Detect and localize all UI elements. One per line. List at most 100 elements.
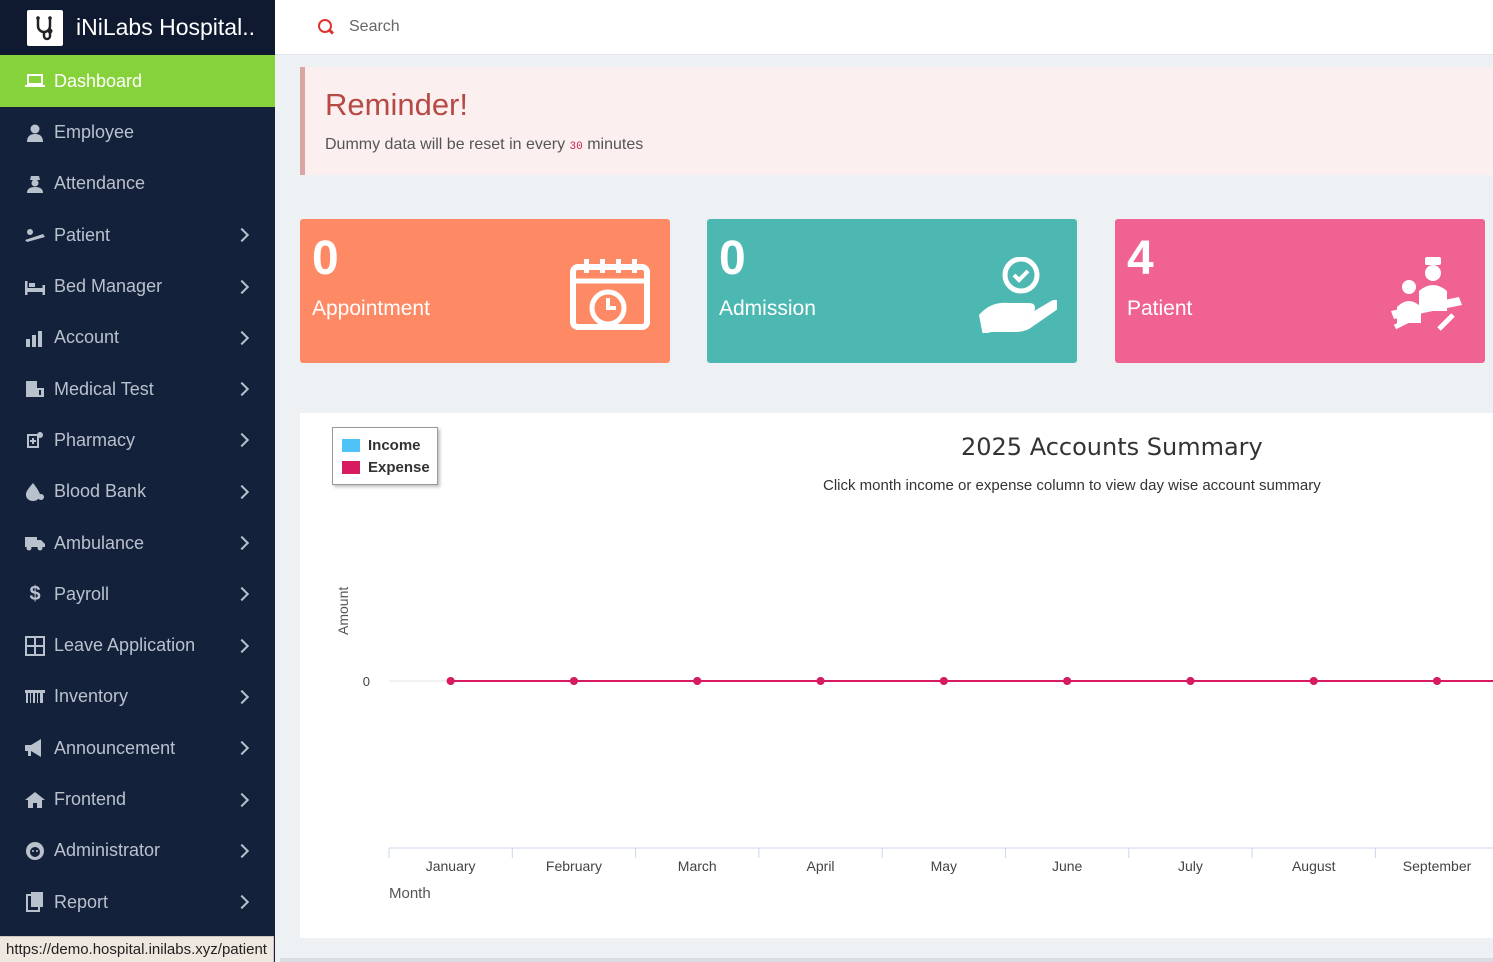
- sidebar-item-label: Leave Application: [54, 635, 196, 656]
- sidebar-item-medical-test[interactable]: Medical Test: [0, 363, 275, 414]
- calendar-clock-icon: [570, 259, 650, 330]
- x-tick-label: May: [931, 858, 957, 874]
- x-tick-label: September: [1403, 858, 1472, 874]
- data-point-expense: [693, 677, 702, 685]
- chart-legend: Income Expense: [332, 427, 438, 485]
- appointment-card[interactable]: 0 Appointment: [300, 219, 670, 363]
- search-icon[interactable]: [318, 19, 334, 35]
- chart-subtitle: Click month income or expense column to …: [823, 477, 1321, 494]
- chevron-right-icon: [234, 382, 250, 397]
- legend-swatch-expense: [342, 460, 360, 474]
- legend-label-expense: Expense: [368, 458, 430, 476]
- sidebar-item-inventory[interactable]: Inventory: [0, 671, 275, 722]
- sidebar-item-pharmacy[interactable]: Pharmacy: [0, 415, 275, 466]
- medkit-icon: [25, 379, 45, 399]
- y-tick-label: 0: [363, 674, 370, 689]
- sidebar-item-blood-bank[interactable]: Blood Bank: [0, 466, 275, 517]
- data-point-expense: [816, 677, 825, 685]
- chevron-right-icon: [234, 228, 250, 243]
- reminder-text-before: Dummy data will be reset in every: [325, 136, 566, 153]
- chart-title: 2025 Accounts Summary: [961, 433, 1263, 461]
- sidebar-item-announcement[interactable]: Announcement: [0, 723, 275, 774]
- brand-title: iNiLabs Hospital..: [76, 14, 255, 40]
- chevron-right-icon: [234, 279, 250, 294]
- x-tick-label: February: [546, 858, 602, 874]
- sidebar-nav: Dashboard Employee Attendance Patient Bed Ma…: [0, 55, 275, 928]
- page-bottom-edge: [280, 958, 1493, 962]
- report-icon: [25, 892, 45, 913]
- legend-item-expense[interactable]: Expense: [342, 456, 437, 478]
- barcode-icon: [25, 687, 45, 707]
- reminder-text: Dummy data will be reset in every 30 min…: [325, 136, 1493, 154]
- y-axis-label-wrap: Amount: [335, 575, 355, 635]
- chevron-right-icon: [234, 484, 250, 499]
- chevron-right-icon: [234, 895, 250, 910]
- chevron-right-icon: [234, 433, 250, 448]
- sidebar-item-label: Payroll: [54, 583, 110, 604]
- y-axis-label: Amount: [335, 586, 351, 635]
- stethoscope-icon: [27, 9, 63, 46]
- bed-icon: [25, 277, 45, 297]
- sidebar-item-payroll[interactable]: $ Payroll: [0, 569, 275, 620]
- sidebar-item-patient[interactable]: Patient: [0, 210, 275, 261]
- sidebar-item-frontend[interactable]: Frontend: [0, 774, 275, 825]
- sidebar: iNiLabs Hospital.. Dashboard Employee Atte…: [0, 0, 275, 962]
- x-tick-label: August: [1292, 858, 1336, 874]
- sidebar-item-label: Employee: [54, 122, 135, 143]
- data-point-expense: [446, 677, 455, 685]
- topbar: [275, 0, 1493, 55]
- sidebar-item-attendance[interactable]: Attendance: [0, 158, 275, 209]
- sidebar-item-label: Pharmacy: [54, 429, 136, 450]
- reminder-title: Reminder!: [325, 87, 468, 122]
- sidebar-item-label: Attendance: [54, 173, 146, 194]
- blood-drop-icon: [25, 482, 45, 502]
- admission-card[interactable]: 0 Admission: [707, 219, 1077, 363]
- chevron-right-icon: [234, 587, 250, 602]
- sidebar-item-label: Dashboard: [54, 70, 143, 91]
- sidebar-item-ambulance[interactable]: Ambulance: [0, 517, 275, 568]
- bullhorn-icon: [25, 738, 45, 758]
- sidebar-item-label: Account: [54, 327, 120, 348]
- sidebar-item-label: Blood Bank: [54, 481, 147, 502]
- sidebar-item-label: Ambulance: [54, 532, 145, 553]
- sidebar-item-label: Announcement: [54, 737, 176, 758]
- x-tick-label: April: [807, 858, 835, 874]
- chevron-right-icon: [234, 535, 250, 551]
- sidebar-item-label: Inventory: [54, 686, 129, 707]
- bed-patient-icon: [25, 225, 45, 245]
- sidebar-item-label: Administrator: [54, 840, 161, 861]
- sidebar-item-leave-application[interactable]: Leave Application: [0, 620, 275, 671]
- ambulance-icon: [25, 533, 45, 553]
- chevron-right-icon: [234, 843, 250, 858]
- user-secret-icon: [25, 174, 45, 194]
- chevron-right-icon: [234, 638, 250, 653]
- accounts-summary-chart: 0 January February March April May June July Aug…: [300, 413, 1493, 938]
- sidebar-item-label: Report: [54, 891, 109, 912]
- administrator-icon: [25, 841, 45, 861]
- home-icon: [25, 790, 45, 810]
- data-point-expense: [1309, 677, 1318, 685]
- sidebar-item-label: Patient: [54, 224, 111, 245]
- browser-status-url: https://demo.hospital.inilabs.xyz/patien…: [0, 936, 274, 962]
- x-axis-label: Month: [389, 885, 431, 902]
- sidebar-item-account[interactable]: Account: [0, 312, 275, 363]
- search-input[interactable]: [349, 18, 749, 36]
- hand-clock-icon: [979, 257, 1057, 333]
- laptop-icon: [25, 71, 45, 91]
- x-tick-label: June: [1052, 858, 1083, 874]
- legend-item-income[interactable]: Income: [342, 434, 437, 456]
- user-icon: [25, 123, 45, 143]
- chevron-right-icon: [234, 741, 250, 756]
- dollar-icon: $: [29, 582, 41, 605]
- sidebar-item-report[interactable]: Report: [0, 876, 275, 927]
- sidebar-item-bed-manager[interactable]: Bed Manager: [0, 261, 275, 312]
- patient-card[interactable]: 4 Patient: [1115, 219, 1485, 363]
- sidebar-item-label: Bed Manager: [54, 276, 163, 297]
- brand-header[interactable]: iNiLabs Hospital..: [0, 0, 275, 55]
- sidebar-item-dashboard[interactable]: Dashboard: [0, 55, 275, 107]
- chevron-right-icon: [234, 689, 250, 704]
- sidebar-item-administrator[interactable]: Administrator: [0, 825, 275, 876]
- data-point-expense: [939, 677, 948, 685]
- sidebar-item-employee[interactable]: Employee: [0, 107, 275, 158]
- x-tick-label: July: [1178, 858, 1203, 874]
